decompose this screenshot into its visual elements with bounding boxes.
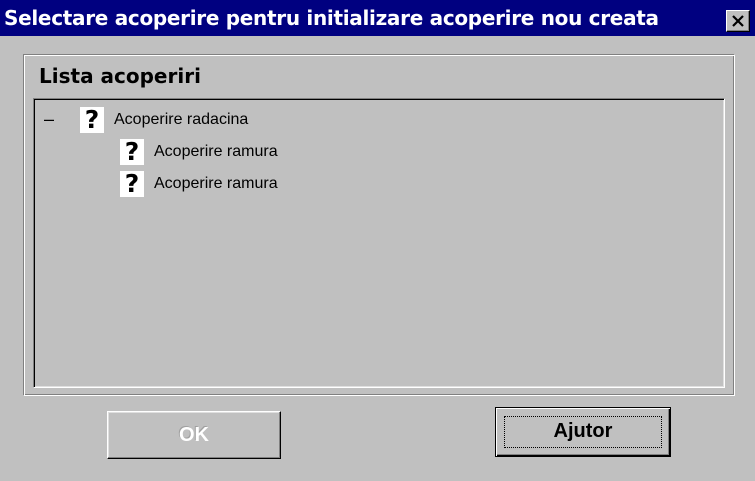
tree-node-child[interactable]: ? Acoperire ramura [120, 137, 380, 165]
ok-button[interactable]: OK [107, 411, 281, 459]
title-bar[interactable]: Selectare acoperire pentru initializare … [0, 0, 755, 36]
tree-node-label: Acoperire ramura [154, 175, 278, 192]
question-mark-icon: ? [120, 139, 144, 165]
tree-node-label: Acoperire ramura [154, 143, 278, 160]
dialog-window: Selectare acoperire pentru initializare … [0, 0, 755, 481]
collapse-icon[interactable]: – [44, 105, 54, 133]
tree-node-label: Acoperire radacina [114, 111, 249, 128]
tree-node-root[interactable]: – ? Acoperire radacina [44, 105, 344, 133]
question-mark-icon: ? [80, 107, 104, 133]
window-title: Selectare acoperire pentru initializare … [4, 6, 659, 30]
group-title: Lista acoperiri [39, 64, 201, 88]
question-mark-icon: ? [120, 171, 144, 197]
help-button-label: Ajutor [553, 420, 613, 442]
tree-node-child[interactable]: ? Acoperire ramura [120, 169, 380, 197]
coverage-tree[interactable]: – ? Acoperire radacina ? Acoperire ramur… [33, 98, 725, 388]
close-button[interactable] [726, 10, 750, 32]
help-button[interactable]: Ajutor [495, 407, 671, 457]
close-icon [732, 15, 744, 27]
